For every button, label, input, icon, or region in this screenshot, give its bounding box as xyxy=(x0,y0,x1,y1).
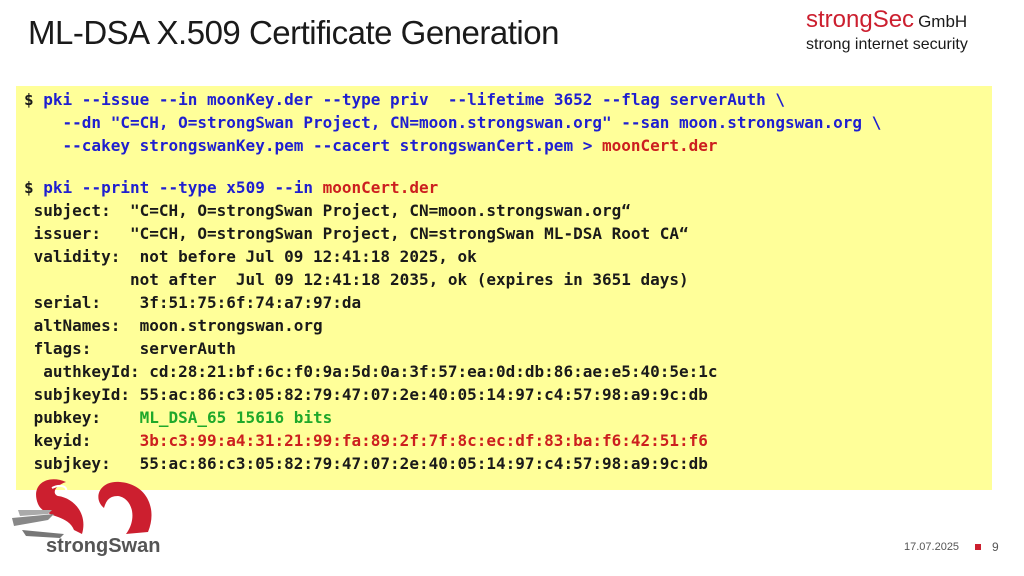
strongswan-logo: strongSwan xyxy=(12,479,160,557)
slide-title: ML-DSA X.509 Certificate Generation xyxy=(28,14,559,51)
command-line-issue: $ pki --issue --in moonKey.der --type pr… xyxy=(24,88,881,111)
cert-serial: serial: 3f:51:75:6f:74:a7:97:da xyxy=(24,293,362,312)
output-filename: moonCert.der xyxy=(601,136,718,155)
cert-issuer: issuer: "C=CH, O=strongSwan Project, CN=… xyxy=(24,224,689,243)
print-command: pki --print --type x509 --in xyxy=(33,178,323,197)
cert-flags: flags: serverAuth xyxy=(24,339,236,358)
cert-subjkeyid: subjkeyId: 55:ac:86:c3:05:82:79:47:07:2e… xyxy=(24,385,708,404)
issue-command-ca: --cakey strongswanKey.pem --cacert stron… xyxy=(24,136,602,155)
cert-subject: subject: "C=CH, O=strongSwan Project, CN… xyxy=(24,201,631,220)
shell-prompt: $ xyxy=(24,90,34,109)
footer-date: 17.07.2025 xyxy=(904,541,960,553)
brand-tagline: strong internet security xyxy=(806,36,968,53)
issue-command-dn: --dn "C=CH, O=strongSwan Project, CN=moo… xyxy=(24,113,882,132)
input-filename: moonCert.der xyxy=(322,178,439,197)
cert-keyid: keyid: 3b:c3:99:a4:31:21:99:fa:89:2f:7f:… xyxy=(24,429,881,452)
cert-altnames: altNames: moon.strongswan.org xyxy=(24,316,323,335)
cert-not-after: not after Jul 09 12:41:18 2035, ok (expi… xyxy=(24,270,689,289)
logo-wordmark: strongSwan xyxy=(46,535,160,557)
cert-authkeyid: authkeyId: cd:28:21:bf:6c:f0:9a:5d:0a:3f… xyxy=(24,362,718,381)
pubkey-value: ML_DSA_65 15616 bits xyxy=(139,408,333,427)
page-number: 9 xyxy=(992,540,999,554)
footer-square-icon xyxy=(975,544,981,550)
terminal-output: $ pki --issue --in moonKey.der --type pr… xyxy=(16,86,992,490)
brand-block: strongSec GmbH strong internet security xyxy=(806,6,968,54)
shell-prompt: $ xyxy=(24,178,34,197)
keyid-value: 3b:c3:99:a4:31:21:99:fa:89:2f:7f:8c:ec:d… xyxy=(139,431,708,450)
issue-command: pki --issue --in moonKey.der --type priv… xyxy=(33,90,785,109)
command-line-print: $ pki --print --type x509 --in moonCert.… xyxy=(24,176,881,199)
brand-suffix: GmbH xyxy=(918,12,968,31)
keyid-label: keyid: xyxy=(24,431,140,450)
pubkey-label: pubkey: xyxy=(24,408,140,427)
brand-name: strongSec xyxy=(806,6,915,33)
cert-pubkey: pubkey: ML_DSA_65 15616 bits xyxy=(24,406,881,429)
cert-validity: validity: not before Jul 09 12:41:18 202… xyxy=(24,247,477,266)
cert-subjkey: subjkey: 55:ac:86:c3:05:82:79:47:07:2e:4… xyxy=(24,454,708,473)
